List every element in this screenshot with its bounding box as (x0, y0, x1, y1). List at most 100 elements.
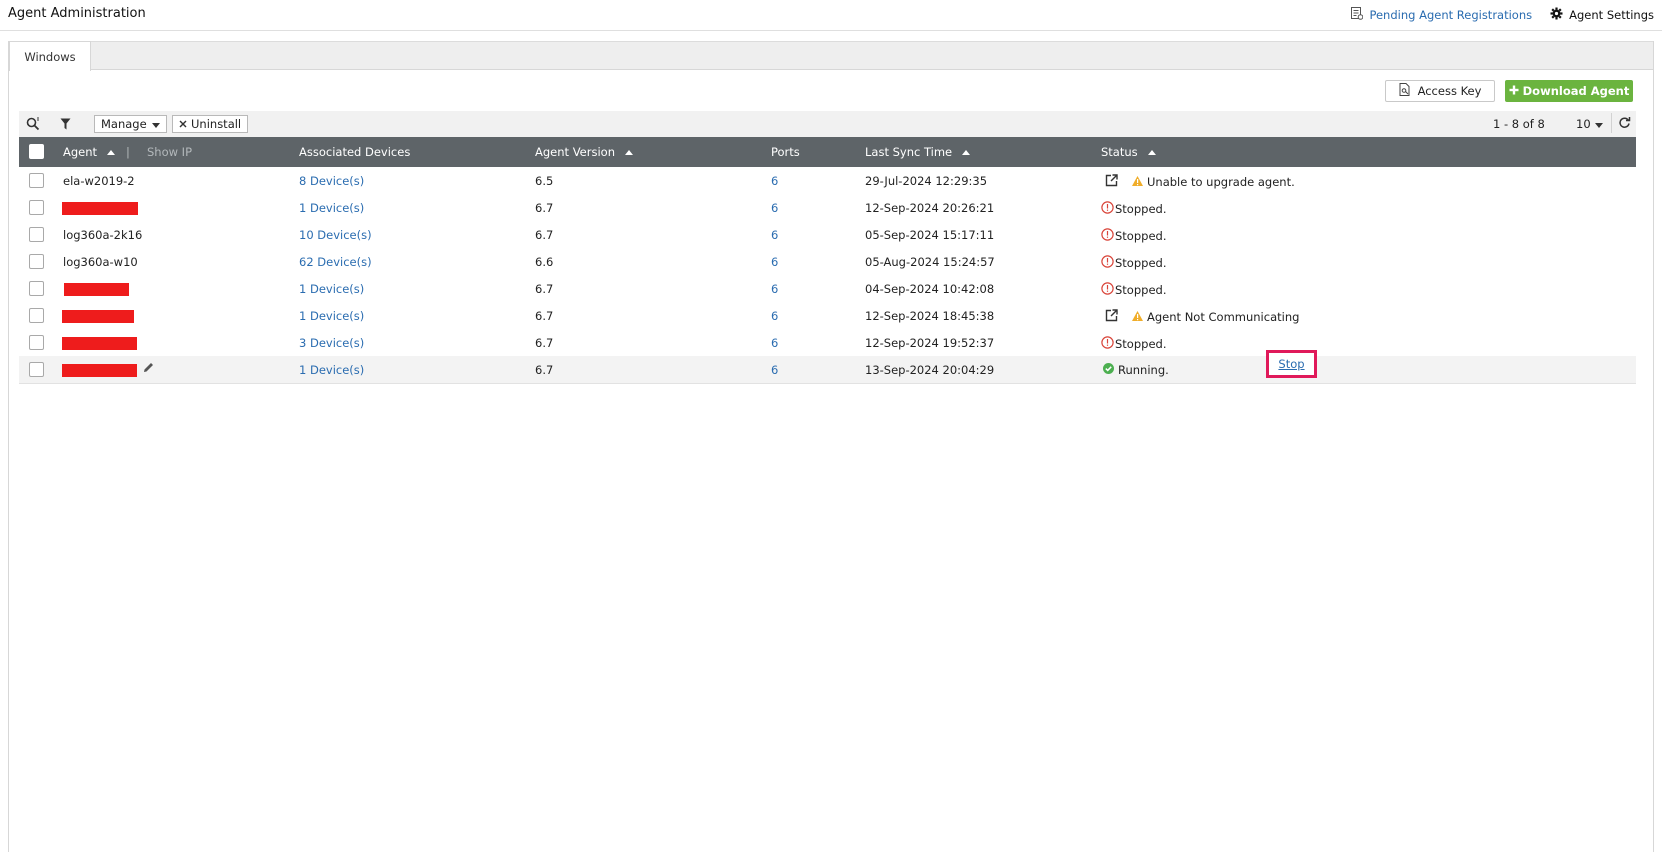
column-agent-version[interactable]: Agent Version (535, 145, 633, 159)
check-circle-icon (1103, 363, 1114, 377)
agent-version: 6.7 (535, 363, 554, 377)
external-link-icon[interactable] (1105, 174, 1118, 190)
ports-link[interactable]: 6 (771, 174, 778, 188)
agent-name[interactable]: ela-w2019-2 (63, 174, 135, 188)
associated-devices-link[interactable]: 1 Device(s) (299, 201, 364, 215)
stop-agent-link[interactable]: Stop (1278, 357, 1304, 371)
download-agent-button[interactable]: Download Agent (1505, 80, 1633, 102)
chevron-down-icon (1594, 117, 1603, 131)
ports-link[interactable]: 6 (771, 201, 778, 215)
info-circle-icon (1101, 255, 1114, 271)
key-document-icon (1399, 83, 1411, 99)
sort-asc-icon (624, 149, 633, 155)
table-row[interactable]: 1 Device(s) 6.7 6 13-Sep-2024 20:04:29 R… (19, 350, 1636, 384)
filter-icon[interactable] (57, 116, 73, 132)
row-checkbox[interactable] (29, 362, 44, 377)
column-devices-label: Associated Devices (299, 145, 411, 159)
redacted-agent-name (62, 364, 137, 377)
agent-version: 6.7 (535, 336, 554, 350)
agent-version: 6.7 (535, 228, 554, 242)
associated-devices-link[interactable]: 62 Device(s) (299, 255, 372, 269)
last-sync-time: 12-Sep-2024 20:26:21 (865, 201, 995, 215)
pending-registrations-link[interactable]: Pending Agent Registrations (1351, 7, 1532, 23)
access-key-label: Access Key (1417, 84, 1482, 98)
agent-version: 6.7 (535, 201, 554, 215)
status-text: Stopped. (1115, 202, 1167, 216)
access-key-button[interactable]: Access Key (1385, 80, 1495, 102)
status-cell: Stopped. (1101, 255, 1166, 271)
last-sync-time: 12-Sep-2024 19:52:37 (865, 336, 995, 350)
show-ip-toggle[interactable]: Show IP (147, 145, 192, 159)
row-checkbox[interactable] (29, 281, 44, 296)
associated-devices-link[interactable]: 8 Device(s) (299, 174, 364, 188)
status-cell: Running. (1103, 363, 1169, 377)
warning-triangle-icon (1132, 175, 1143, 189)
download-agent-label: Download Agent (1522, 84, 1630, 98)
row-checkbox[interactable] (29, 308, 44, 323)
pager-info: 1 - 8 of 8 (1493, 117, 1545, 131)
ports-link[interactable]: 6 (771, 255, 778, 269)
row-checkbox[interactable] (29, 200, 44, 215)
pencil-icon[interactable] (143, 362, 154, 376)
info-circle-icon (1101, 282, 1114, 298)
associated-devices-link[interactable]: 10 Device(s) (299, 228, 372, 242)
column-status[interactable]: Status (1101, 145, 1156, 159)
info-circle-icon (1101, 228, 1114, 244)
status-text: Stopped. (1115, 256, 1167, 270)
table-row[interactable]: ela-w2019-2 8 Device(s) 6.5 6 29-Jul-202… (19, 167, 1636, 195)
select-all-checkbox[interactable] (29, 144, 44, 159)
status-cell: Stopped. (1101, 201, 1166, 217)
column-agent[interactable]: Agent (63, 145, 116, 159)
agent-version: 6.5 (535, 174, 554, 188)
last-sync-time: 05-Sep-2024 15:17:11 (865, 228, 995, 242)
agent-name[interactable]: log360a-w10 (63, 255, 138, 269)
status-text: Stopped. (1115, 229, 1167, 243)
row-checkbox[interactable] (29, 335, 44, 350)
top-links: Pending Agent Registrations Agent Settin… (1351, 7, 1654, 23)
row-checkbox[interactable] (29, 173, 44, 188)
row-checkbox[interactable] (29, 227, 44, 242)
agent-settings-label: Agent Settings (1569, 8, 1654, 22)
sort-asc-icon (107, 149, 116, 155)
table-row[interactable]: 1 Device(s) 6.7 6 12-Sep-2024 18:45:38 A… (19, 302, 1636, 330)
table-row[interactable]: log360a-2k16 10 Device(s) 6.7 6 05-Sep-2… (19, 221, 1636, 249)
row-checkbox[interactable] (29, 254, 44, 269)
last-sync-time: 05-Aug-2024 15:24:57 (865, 255, 995, 269)
associated-devices-link[interactable]: 1 Device(s) (299, 282, 364, 296)
page-size-value: 10 (1576, 117, 1591, 131)
table-row[interactable]: 1 Device(s) 6.7 6 12-Sep-2024 20:26:21 S… (19, 194, 1636, 222)
close-icon (179, 117, 187, 131)
grid-toolbar: Manage Uninstall 1 - 8 of 8 10 (19, 111, 1636, 137)
ports-link[interactable]: 6 (771, 363, 778, 377)
ports-link[interactable]: 6 (771, 228, 778, 242)
table-row[interactable]: log360a-w10 62 Device(s) 6.6 6 05-Aug-20… (19, 248, 1636, 276)
refresh-icon[interactable] (1618, 116, 1631, 132)
redacted-agent-name (62, 310, 134, 323)
tab-windows[interactable]: Windows (9, 41, 91, 71)
ports-link[interactable]: 6 (771, 336, 778, 350)
plus-icon (1509, 84, 1519, 98)
external-link-icon[interactable] (1105, 309, 1118, 325)
status-text: Agent Not Communicating (1147, 310, 1300, 324)
status-cell: Stopped. (1101, 336, 1166, 352)
status-cell: Stopped. (1101, 228, 1166, 244)
table-row[interactable]: 3 Device(s) 6.7 6 12-Sep-2024 19:52:37 S… (19, 329, 1636, 357)
page-size-select[interactable]: 10 (1576, 117, 1603, 131)
column-last-sync-time[interactable]: Last Sync Time (865, 145, 971, 159)
associated-devices-link[interactable]: 1 Device(s) (299, 363, 364, 377)
associated-devices-link[interactable]: 1 Device(s) (299, 309, 364, 323)
uninstall-button[interactable]: Uninstall (172, 115, 249, 133)
agent-settings-link[interactable]: Agent Settings (1550, 7, 1654, 23)
associated-devices-link[interactable]: 3 Device(s) (299, 336, 364, 350)
ports-link[interactable]: 6 (771, 282, 778, 296)
manage-dropdown[interactable]: Manage (94, 115, 167, 133)
registration-list-icon (1351, 7, 1364, 23)
agent-name[interactable]: log360a-2k16 (63, 228, 142, 242)
column-version-label: Agent Version (535, 145, 615, 159)
column-ports: Ports (771, 145, 800, 159)
stop-highlight-box: Stop (1266, 350, 1317, 378)
column-status-label: Status (1101, 145, 1138, 159)
table-row[interactable]: 1 Device(s) 6.7 6 04-Sep-2024 10:42:08 S… (19, 275, 1636, 303)
search-icon[interactable] (25, 116, 41, 132)
ports-link[interactable]: 6 (771, 309, 778, 323)
